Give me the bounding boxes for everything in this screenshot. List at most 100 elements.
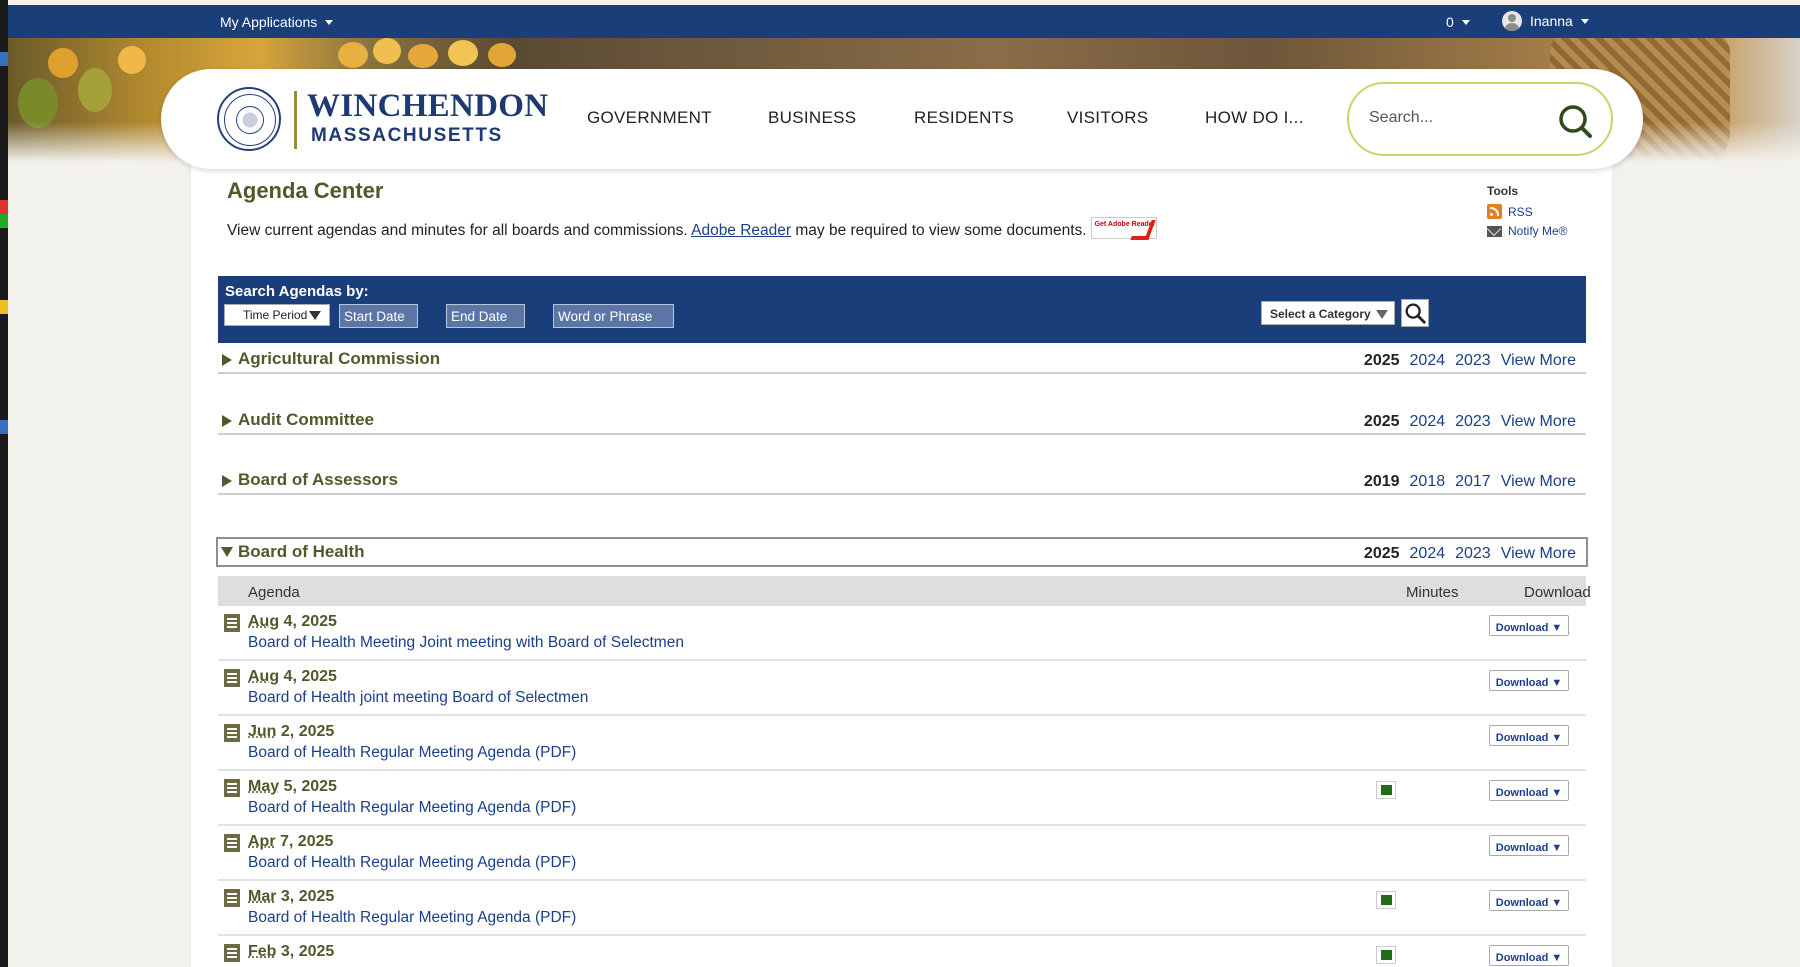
adobe-reader-link[interactable]: Adobe Reader: [691, 222, 791, 239]
table-row: Mar 3, 2025 Board of Health Regular Meet…: [218, 881, 1586, 936]
top-bar: My Applications 0 Inanna: [8, 5, 1800, 38]
expand-arrow-icon[interactable]: [222, 354, 232, 366]
table-row: Jun 2, 2025 Board of Health Regular Meet…: [218, 716, 1586, 771]
nav-government[interactable]: GOVERNMENT: [587, 108, 712, 128]
agenda-date: Jun 2, 2025: [248, 723, 335, 740]
user-menu[interactable]: Inanna: [1502, 11, 1589, 31]
site-search: [1347, 82, 1613, 156]
user-name: Inanna: [1530, 13, 1573, 29]
start-date-input[interactable]: [339, 304, 418, 328]
document-icon: [224, 889, 240, 907]
category-board-of-health: Board of Health 2025 2024 2023 View More: [216, 537, 1588, 567]
document-icon: [224, 944, 240, 962]
download-button[interactable]: Download ▼: [1489, 835, 1569, 856]
left-edge-strip: [0, 0, 8, 967]
category-name[interactable]: Agricultural Commission: [238, 349, 440, 369]
agenda-date: Feb 3, 2025: [248, 943, 335, 960]
agenda-search-button[interactable]: [1401, 299, 1429, 327]
rss-link[interactable]: RSS: [1487, 204, 1568, 219]
dropdown-arrow-icon: [309, 311, 321, 320]
agenda-title-link[interactable]: Board of Health Meeting Joint meeting wi…: [248, 634, 684, 652]
nav-how-do-i[interactable]: HOW DO I...: [1205, 108, 1304, 128]
search-icon[interactable]: [1557, 103, 1593, 139]
category-name[interactable]: Board of Health: [238, 542, 365, 562]
agenda-date: May 5, 2025: [248, 778, 337, 795]
category-agricultural-commission: Agricultural Commission 2025 2024 2023 V…: [218, 346, 1586, 374]
chevron-down-icon: [325, 19, 334, 25]
agenda-date: Aug 4, 2025: [248, 613, 337, 630]
intro-text: View current agendas and minutes for all…: [227, 217, 1157, 240]
expand-arrow-icon[interactable]: [222, 475, 232, 487]
envelope-icon: [1487, 225, 1502, 237]
agenda-table-header: Agenda Minutes Download: [218, 576, 1591, 606]
minutes-icon[interactable]: [1376, 946, 1396, 964]
table-row: Aug 4, 2025 Board of Health joint meetin…: [218, 661, 1586, 716]
document-icon: [224, 779, 240, 797]
view-more-link[interactable]: View More: [1501, 352, 1576, 370]
table-row: Apr 7, 2025 Board of Health Regular Meet…: [218, 826, 1586, 881]
collapse-arrow-icon[interactable]: [221, 547, 233, 557]
minutes-column-header: Minutes: [1406, 584, 1459, 601]
minutes-icon[interactable]: [1376, 781, 1396, 799]
nav-visitors[interactable]: VISITORS: [1067, 108, 1148, 128]
category-audit-committee: Audit Committee 2025 2024 2023 View More: [218, 407, 1586, 435]
agenda-title-link[interactable]: Board of Health Regular Meeting Agenda (…: [248, 799, 576, 817]
search-agendas-label: Search Agendas by:: [225, 283, 369, 300]
minutes-icon[interactable]: [1376, 891, 1396, 909]
download-button[interactable]: Download ▼: [1489, 780, 1569, 801]
brand-state[interactable]: MASSACHUSETTS: [311, 125, 503, 147]
document-icon: [224, 669, 240, 687]
time-period-select[interactable]: Time Period: [224, 304, 330, 326]
site-header: WINCHENDON MASSACHUSETTS GOVERNMENT BUSI…: [161, 69, 1643, 169]
download-button[interactable]: Download ▼: [1489, 945, 1569, 966]
search-agendas-bar: Search Agendas by: Time Period Select a …: [218, 276, 1586, 343]
agenda-date: Aug 4, 2025: [248, 668, 337, 685]
notification-count: 0: [1446, 14, 1454, 30]
agenda-center-content: Agenda Center View current agendas and m…: [191, 162, 1612, 967]
document-icon: [224, 724, 240, 742]
year-links: 2019 2018 2017 View More: [1363, 473, 1576, 491]
agenda-title-link[interactable]: Board of Health Regular Meeting Agenda (…: [248, 854, 576, 872]
view-more-link[interactable]: View More: [1501, 413, 1576, 431]
category-name[interactable]: Board of Assessors: [238, 470, 398, 490]
agenda-title-link[interactable]: Board of Health Regular Meeting Agenda (…: [248, 909, 576, 927]
table-row: Feb 3, 2025 Download ▼: [218, 936, 1586, 967]
my-applications-menu[interactable]: My Applications: [220, 14, 334, 30]
view-more-link[interactable]: View More: [1501, 473, 1576, 491]
rss-icon: [1487, 204, 1502, 219]
download-button[interactable]: Download ▼: [1489, 670, 1569, 691]
tools-heading: Tools: [1487, 184, 1519, 198]
adobe-reader-badge[interactable]: Get Adobe Reader: [1090, 217, 1157, 239]
document-icon: [224, 614, 240, 632]
download-button[interactable]: Download ▼: [1489, 890, 1569, 911]
download-button[interactable]: Download ▼: [1489, 615, 1569, 636]
agenda-column-header: Agenda: [248, 584, 300, 601]
nav-business[interactable]: BUSINESS: [768, 108, 856, 128]
year-links: 2025 2024 2023 View More: [1363, 352, 1576, 370]
site-search-input[interactable]: [1369, 109, 1549, 127]
agenda-title-link[interactable]: Board of Health Regular Meeting Agenda (…: [248, 744, 576, 762]
view-more-link[interactable]: View More: [1501, 545, 1576, 563]
page-title: Agenda Center: [227, 178, 384, 203]
dropdown-arrow-icon: [1376, 310, 1388, 319]
end-date-input[interactable]: [446, 304, 525, 328]
category-name[interactable]: Audit Committee: [238, 410, 374, 430]
agenda-date: Mar 3, 2025: [248, 888, 335, 905]
download-button[interactable]: Download ▼: [1489, 725, 1569, 746]
avatar-icon: [1502, 11, 1522, 31]
expand-arrow-icon[interactable]: [222, 415, 232, 427]
word-phrase-input[interactable]: [553, 304, 674, 328]
chevron-down-icon: [1580, 18, 1589, 24]
category-board-of-assessors: Board of Assessors 2019 2018 2017 View M…: [218, 467, 1586, 495]
category-select[interactable]: Select a Category: [1261, 301, 1395, 325]
town-seal-logo[interactable]: [217, 87, 281, 151]
search-icon: [1405, 303, 1426, 324]
brand-name[interactable]: WINCHENDON: [307, 88, 548, 125]
notification-count-menu[interactable]: 0: [1446, 14, 1470, 30]
notify-me-link[interactable]: Notify Me®: [1487, 224, 1568, 238]
document-icon: [224, 834, 240, 852]
agenda-title-link[interactable]: Board of Health joint meeting Board of S…: [248, 689, 588, 707]
nav-residents[interactable]: RESIDENTS: [914, 108, 1014, 128]
my-applications-label: My Applications: [220, 14, 318, 30]
table-row: May 5, 2025 Board of Health Regular Meet…: [218, 771, 1586, 826]
